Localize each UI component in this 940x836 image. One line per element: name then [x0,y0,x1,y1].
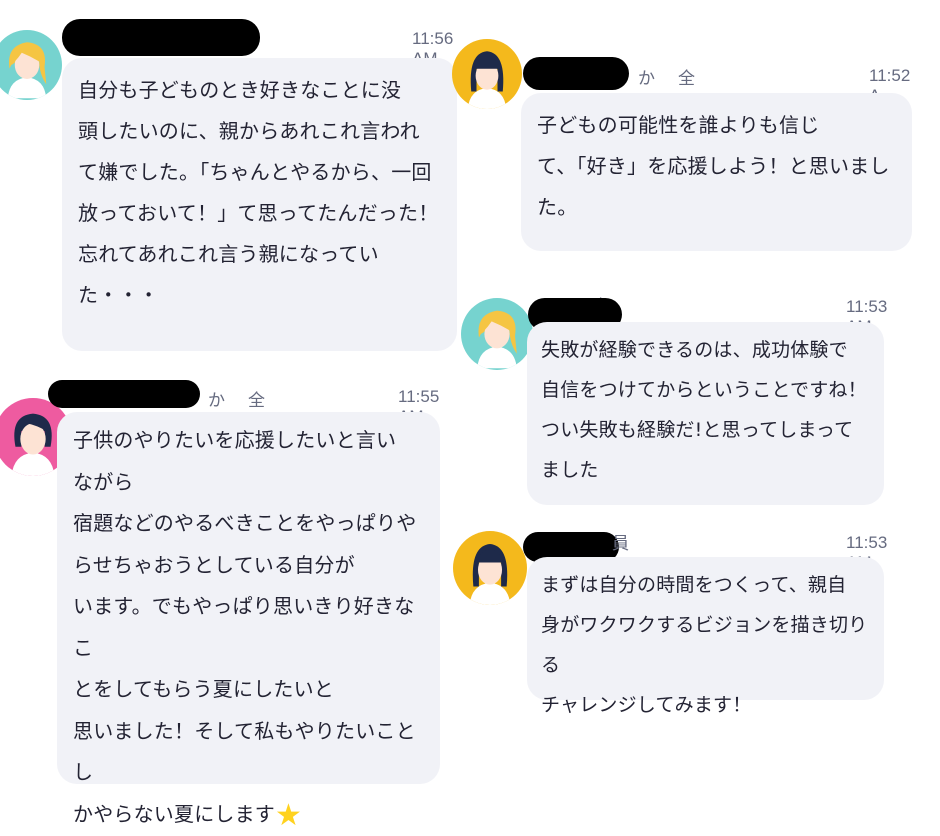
message-bubble: 失敗が経験できるのは、成功体験で 自信をつけてからということですね！ つい失敗も… [527,322,884,505]
message-bubble: 子どもの可能性を誰よりも信じ て、「好き」を応援しよう！と思いまし た。 [521,93,912,251]
blonde-avatar-icon[interactable] [461,298,533,370]
dark-hair-avatar-icon[interactable] [452,39,522,109]
star-emoji-icon: ★ [275,797,303,833]
message-bubble: 子供のやりたいを応援したいと言い ながら 宿題などのやるべきことをやっぱりや ら… [57,412,440,833]
recipient-partial: 員 [612,534,629,554]
redacted-sender-name [523,57,629,90]
redacted-sender-name [62,19,260,56]
message-text: 失敗が経験できるのは、成功体験で 自信をつけてからということですね！ つい失敗も… [541,339,867,481]
message-text: 自分も子どものとき好きなことに没 頭したいのに、親からあれこれ言われ て嫌でした… [78,78,439,307]
redacted-sender-name [48,380,200,408]
message-body: 子供のやりたいを応援したいと言い ながら 宿題などのやるべきことをやっぱりや ら… [73,428,417,826]
blonde-avatar-icon[interactable] [0,30,62,100]
message-text: まずは自分の時間をつくって、親自 身がワクワクするビジョンを描き切りる チャレン… [541,574,868,716]
message-bubble: 自分も子どものとき好きなことに没 頭したいのに、親からあれこれ言われ て嫌でした… [62,58,457,351]
message-text: 子どもの可能性を誰よりも信じ て、「好き」を応援しよう！と思いまし た。 [537,113,890,219]
dark-hair-avatar-icon[interactable] [453,531,527,605]
message-bubble: まずは自分の時間をつくって、親自 身がワクワクするビジョンを描き切りる チャレン… [527,557,884,716]
message-text: 子供のやりたいを応援したいと言い ながら 宿題などのやるべきことをやっぱりや ら… [73,420,424,836]
